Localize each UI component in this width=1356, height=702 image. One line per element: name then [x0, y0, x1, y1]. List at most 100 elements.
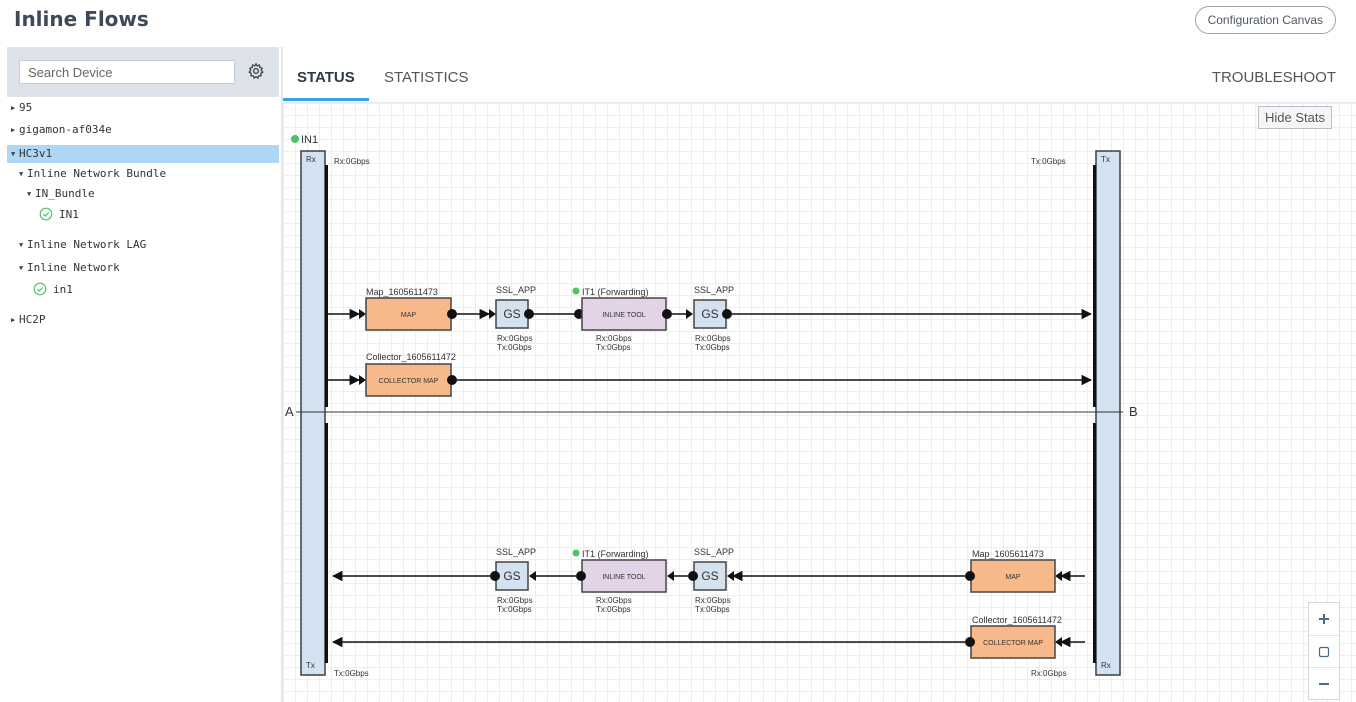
map-node-label: MAP	[401, 312, 417, 319]
connector-dot	[447, 375, 457, 385]
map-node-name: Map_1605611473	[366, 287, 438, 297]
connector-notch	[1055, 637, 1062, 647]
tree-item-label: HC3v1	[19, 147, 53, 160]
collector-node-label: COLLECTOR MAP	[379, 378, 439, 385]
page-title: Inline Flows	[14, 7, 149, 31]
port-a-rx-label: Rx	[306, 155, 316, 164]
tool-tx-stat: Tx:0Gbps	[596, 343, 631, 352]
connector-notch	[359, 309, 366, 319]
tree-item-inline-network[interactable]: ▼ Inline Network	[19, 259, 120, 277]
connector-notch	[1055, 571, 1062, 581]
tool-rx-stat: Rx:0Gbps	[596, 596, 632, 605]
tree-item-in1-network[interactable]: in1	[33, 281, 73, 299]
connector-notch	[667, 571, 674, 581]
port-b-tx-edge	[1093, 165, 1096, 407]
tree-item-label: IN_Bundle	[35, 187, 95, 200]
port-a-tx-edge	[325, 423, 328, 663]
side-a-label: A	[285, 404, 294, 419]
port-a-rx-edge	[325, 165, 328, 407]
plus-icon	[1319, 614, 1329, 624]
caret-down-icon: ▼	[19, 170, 24, 178]
port-a-tx-label: Tx	[306, 661, 315, 670]
port-b-bar[interactable]	[1095, 150, 1121, 676]
flow-row-a-to-b-collector: Collector_1605611472 COLLECTOR MAP	[328, 352, 1093, 397]
gs-tx-stat: Tx:0Gbps	[497, 605, 532, 614]
gs-tx-stat: Tx:0Gbps	[497, 343, 532, 352]
port-b-rx-edge	[1093, 423, 1096, 663]
caret-down-icon: ▼	[19, 264, 24, 272]
port-b-tx-label: Tx	[1101, 155, 1110, 164]
gear-icon[interactable]	[247, 62, 265, 80]
gs-rx-stat: Rx:0Gbps	[695, 334, 731, 343]
tree-item-label: gigamon-af034e	[19, 123, 112, 136]
flow-diagram: IN1 Rx Tx Rx:0Gbps Tx:0Gbps Tx Rx Tx:0Gb…	[285, 134, 1138, 678]
collector-node-label: COLLECTOR MAP	[983, 640, 1043, 647]
tab-status[interactable]: STATUS	[297, 69, 355, 86]
flow-canvas[interactable]: Hide Stats IN1 Rx Tx Rx:0Gbps Tx:0Gbps T…	[283, 103, 1356, 702]
flow-row-b-to-a-map: Map_1605611473 MAP GS SSL_APP Rx:0Gbps T…	[331, 547, 1085, 614]
tree-item-label: in1	[53, 283, 73, 296]
page-header: Inline Flows Configuration Canvas	[0, 0, 1356, 44]
gs-node-label: GS	[701, 569, 718, 583]
map-node-name: Map_1605611473	[972, 549, 1044, 559]
connector-notch	[489, 309, 496, 319]
inline-tool-name: IT1 (Forwarding)	[582, 549, 649, 559]
tree-item-in-bundle[interactable]: ▼ IN_Bundle	[27, 185, 95, 203]
connector-dot	[722, 309, 732, 319]
gs-app-name: SSL_APP	[496, 285, 536, 295]
search-device-input[interactable]	[19, 60, 235, 84]
tree-item-95[interactable]: ▶ 95	[11, 99, 32, 117]
gs-rx-stat: Rx:0Gbps	[497, 334, 533, 343]
caret-right-icon: ▶	[11, 316, 16, 324]
flow-row-a-to-b-map: Map_1605611473 MAP GS SSL_APP Rx:0Gbps T…	[328, 285, 1093, 352]
tree-item-inline-network-lag[interactable]: ▼ Inline Network LAG	[19, 236, 146, 254]
gs-node-label: GS	[503, 569, 520, 583]
zoom-controls	[1308, 602, 1340, 700]
connector-dot	[965, 637, 975, 647]
gs-rx-stat: Rx:0Gbps	[695, 596, 731, 605]
tree-item-label: IN1	[59, 208, 79, 221]
configuration-canvas-button[interactable]: Configuration Canvas	[1194, 6, 1336, 34]
caret-right-icon: ▶	[11, 126, 16, 134]
zoom-in-button[interactable]	[1309, 603, 1339, 635]
gs-tx-stat: Tx:0Gbps	[695, 343, 730, 352]
tree-item-label: HC2P	[19, 313, 46, 326]
tool-rx-stat: Rx:0Gbps	[596, 334, 632, 343]
zoom-out-button[interactable]	[1309, 667, 1339, 700]
tree-item-gigamon-af034e[interactable]: ▶ gigamon-af034e	[11, 121, 112, 139]
inline-network-name: IN1	[301, 134, 318, 146]
tab-troubleshoot[interactable]: TROUBLESHOOT	[1212, 69, 1336, 86]
tree-item-hc3v1[interactable]: ▼ HC3v1	[7, 145, 279, 163]
gs-app-name: SSL_APP	[694, 547, 734, 557]
connector-notch	[529, 571, 536, 581]
connector-notch	[727, 571, 734, 581]
status-dot-icon	[572, 549, 580, 557]
caret-right-icon: ▶	[11, 104, 16, 112]
connector-dot	[965, 571, 975, 581]
collector-node-name: Collector_1605611472	[972, 615, 1062, 625]
tree-item-in1-bundle[interactable]: IN1	[39, 206, 79, 224]
connector-dot	[688, 571, 698, 581]
tab-statistics[interactable]: STATISTICS	[384, 69, 468, 86]
device-sidebar: ▶95 ▶gigamon-af034e ▼HC3v1 ▼Inline Netwo…	[7, 47, 279, 702]
tree-item-hc2p[interactable]: ▶ HC2P	[11, 311, 46, 329]
gs-tx-stat: Tx:0Gbps	[695, 605, 730, 614]
collector-node-name: Collector_1605611472	[366, 352, 456, 362]
connector-dot	[490, 571, 500, 581]
connector-dot	[447, 309, 457, 319]
side-b-label: B	[1129, 404, 1138, 419]
tool-tx-stat: Tx:0Gbps	[596, 605, 631, 614]
connector-notch	[359, 375, 366, 385]
connector-dot	[524, 309, 534, 319]
gs-app-name: SSL_APP	[496, 547, 536, 557]
minus-icon	[1319, 683, 1329, 685]
tree-item-label: Inline Network Bundle	[27, 167, 167, 180]
gs-app-name: SSL_APP	[694, 285, 734, 295]
tree-item-inline-network-bundle[interactable]: ▼ Inline Network Bundle	[19, 165, 166, 183]
status-dot-icon	[291, 135, 299, 143]
fit-view-button[interactable]	[1309, 635, 1339, 668]
check-circle-icon	[33, 282, 47, 296]
tab-bar: STATUS STATISTICS TROUBLESHOOT	[283, 47, 1356, 103]
port-a-bar[interactable]	[300, 150, 326, 676]
gs-node-label: GS	[701, 307, 718, 321]
